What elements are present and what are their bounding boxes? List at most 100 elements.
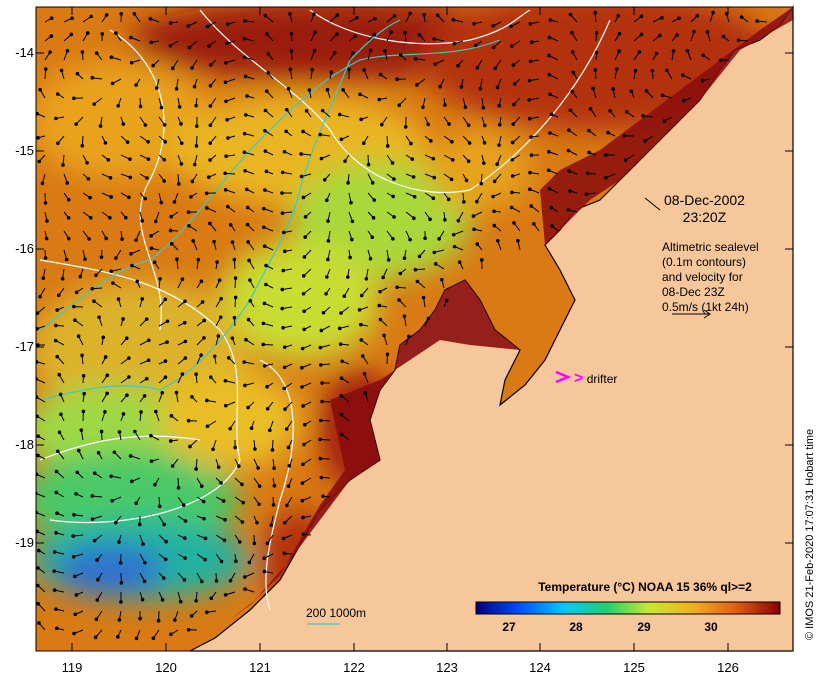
velocity-arrow-head <box>168 228 173 233</box>
velocity-arrow-head <box>142 579 147 584</box>
velocity-arrow-head <box>134 501 139 505</box>
velocity-arrow-head <box>103 355 108 359</box>
velocity-arrow-head <box>299 152 303 156</box>
velocity-arrow-head <box>228 223 233 227</box>
velocity-arrow-head <box>301 532 306 537</box>
velocity-arrow-head <box>92 471 97 476</box>
velocity-arrow-head <box>332 51 337 55</box>
velocity-arrow-head <box>129 35 133 40</box>
velocity-arrow-head <box>194 467 198 471</box>
velocity-arrow-head <box>300 346 305 351</box>
velocity-arrow-head <box>190 395 194 399</box>
velocity-arrow-head <box>90 75 95 80</box>
velocity-arrow-head <box>147 338 151 343</box>
velocity-arrow-head <box>547 149 551 154</box>
velocity-arrow-head <box>459 85 464 89</box>
velocity-arrow-head <box>608 108 613 113</box>
x-tick-label: 119 <box>61 660 83 675</box>
velocity-arrow-head <box>705 30 710 34</box>
velocity-arrow-head <box>133 429 137 434</box>
velocity-arrow-head <box>461 200 466 204</box>
velocity-arrow-head <box>529 204 534 208</box>
velocity-arrow-head <box>194 144 199 148</box>
velocity-arrow-head <box>169 241 174 246</box>
velocity-arrow-head <box>338 342 343 346</box>
velocity-arrow-head <box>202 516 206 521</box>
velocity-arrow-head <box>165 340 169 344</box>
velocity-arrow-head <box>196 257 201 262</box>
velocity-arrow-head <box>119 11 124 16</box>
velocity-arrow-head <box>422 13 426 17</box>
velocity-arrow-head <box>176 182 181 186</box>
velocity-arrow-head <box>36 434 41 438</box>
velocity-arrow-head <box>240 520 245 524</box>
velocity-arrow-head <box>280 211 285 215</box>
velocity-arrow-head <box>205 206 209 210</box>
velocity-arrow-head <box>55 92 60 96</box>
velocity-arrow-head <box>112 450 117 455</box>
velocity-arrow-head <box>451 232 456 237</box>
velocity-arrow-head <box>482 141 487 145</box>
velocity-arrow-head <box>264 89 269 93</box>
velocity-arrow-head <box>85 160 89 165</box>
velocity-arrow-head <box>243 169 247 173</box>
velocity-arrow-head <box>163 557 168 562</box>
velocity-arrow-head <box>339 376 344 380</box>
velocity-arrow-head <box>157 504 162 509</box>
velocity-arrow-head <box>36 343 40 347</box>
velocity-arrow-head <box>80 353 84 358</box>
velocity-arrow-head <box>40 181 45 186</box>
velocity-arrow-head <box>176 486 181 490</box>
velocity-arrow-head <box>511 122 516 126</box>
velocity-arrow-head <box>145 176 149 180</box>
velocity-arrow-head <box>105 373 110 378</box>
velocity-arrow-head <box>108 175 113 180</box>
velocity-arrow-head <box>403 125 408 129</box>
copyright-notice: © IMOS 21-Feb-2020 17:07:31 Hobart time <box>804 428 816 640</box>
velocity-arrow-head <box>340 432 344 437</box>
velocity-arrow-head <box>234 559 238 564</box>
velocity-arrow-head <box>228 426 232 431</box>
velocity-arrow-head <box>135 279 139 284</box>
velocity-arrow-head <box>178 599 183 604</box>
velocity-arrow-head <box>421 105 425 109</box>
velocity-arrow-head <box>433 262 438 266</box>
velocity-arrow-head <box>245 222 250 227</box>
velocity-arrow-head <box>216 465 221 469</box>
velocity-arrow-head <box>312 12 316 16</box>
velocity-arrow-head <box>348 255 352 260</box>
velocity-arrow-head <box>412 216 416 221</box>
velocity-arrow-head <box>529 135 533 139</box>
velocity-arrow-head <box>272 466 276 470</box>
velocity-arrow-head <box>263 149 268 153</box>
velocity-arrow-head <box>179 141 184 146</box>
velocity-arrow-head <box>242 150 247 155</box>
velocity-arrow-head <box>510 174 515 178</box>
velocity-arrow-head <box>88 195 92 200</box>
velocity-arrow-head <box>263 13 268 18</box>
velocity-arrow-head <box>186 627 191 632</box>
velocity-arrow-head <box>512 221 516 225</box>
velocity-arrow-head <box>190 179 195 184</box>
velocity-arrow-head <box>153 219 158 224</box>
velocity-arrow-head <box>282 149 287 154</box>
velocity-arrow-head <box>408 237 412 242</box>
velocity-arrow-head <box>339 412 344 417</box>
velocity-arrow-head <box>199 353 203 357</box>
velocity-arrow-head <box>385 352 390 357</box>
velocity-arrow-head <box>223 403 228 408</box>
velocity-arrow-head <box>104 13 109 17</box>
colorbar-tick-label: 29 <box>637 620 651 634</box>
velocity-arrow-head <box>55 626 59 631</box>
velocity-arrow-head <box>117 430 122 434</box>
velocity-arrow-head <box>570 50 575 54</box>
velocity-arrow-head <box>571 70 576 75</box>
velocity-arrow-head <box>284 427 289 431</box>
velocity-arrow-head <box>603 175 608 180</box>
velocity-arrow-head <box>224 99 228 104</box>
velocity-arrow-head <box>548 92 552 97</box>
velocity-arrow-head <box>452 41 457 46</box>
velocity-arrow-head <box>412 194 417 199</box>
velocity-arrow-head <box>271 503 276 507</box>
velocity-arrow-head <box>99 255 104 259</box>
